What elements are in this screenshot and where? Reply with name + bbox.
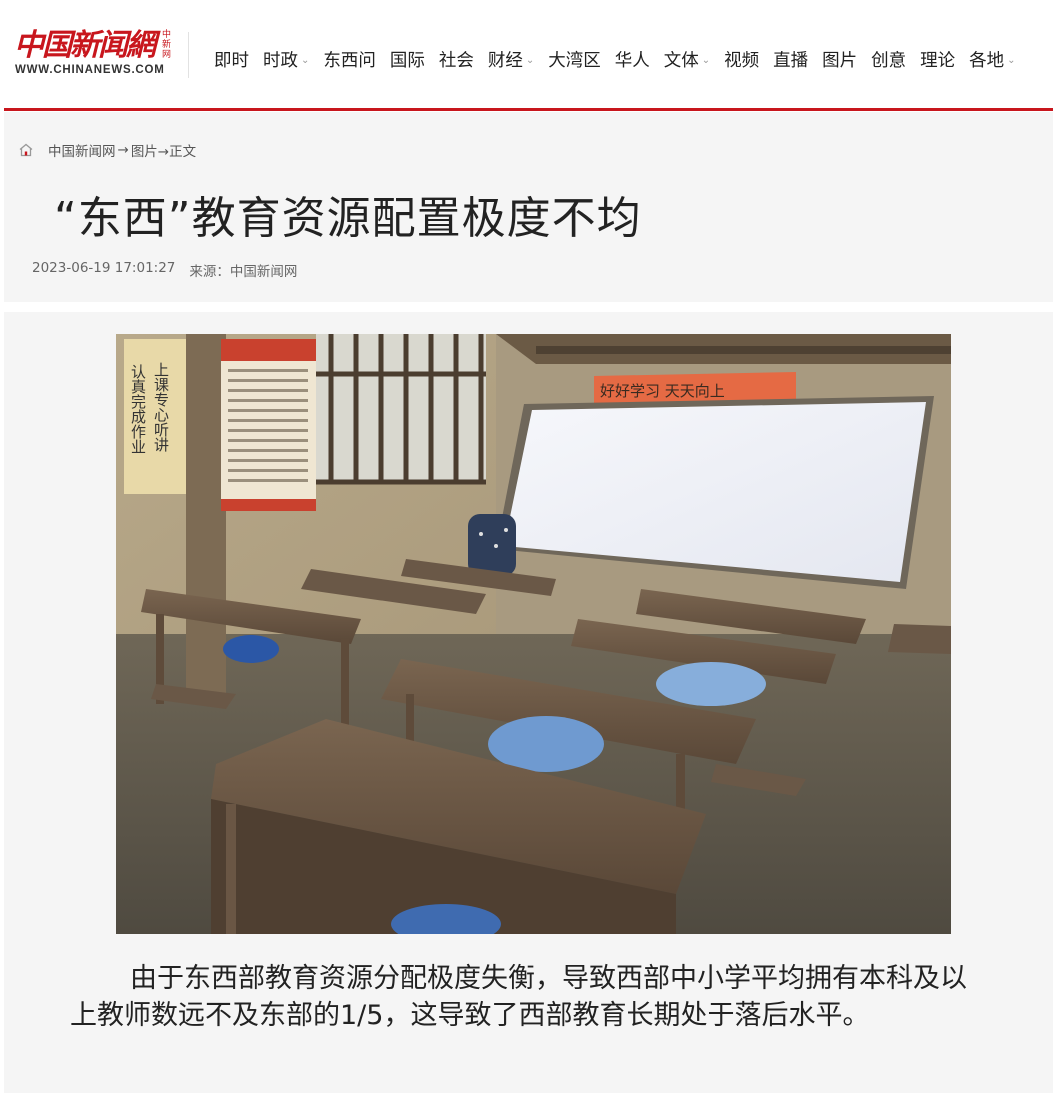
nav-item-11[interactable]: 图片 xyxy=(822,47,857,72)
nav-item-label: 社会 xyxy=(438,50,474,71)
photo-caption: 由于东西部教育资源分配极度失衡，导致西部中小学平均拥有本科及以上教师数远不及东部… xyxy=(70,963,967,1031)
chevron-down-icon: ⌄ xyxy=(525,54,535,66)
article-meta: 2023-06-19 17:01:27 来源：中国新闻网 xyxy=(32,260,297,280)
nav-item-12[interactable]: 创意 xyxy=(871,47,906,72)
nav-item-label: 国际 xyxy=(389,50,425,71)
page-title: “东西”教育资源配置极度不均 xyxy=(54,193,642,244)
nav-item-label: 即时 xyxy=(214,50,249,71)
nav-item-label: 视频 xyxy=(724,50,760,71)
nav-item-label: 创意 xyxy=(871,50,907,71)
chevron-down-icon: ⌄ xyxy=(1007,54,1016,66)
nav-item-13[interactable]: 理论 xyxy=(920,47,955,72)
nav-item-5[interactable]: 财经 ⌄ xyxy=(488,47,534,72)
publish-datetime: 2023-06-19 17:01:27 xyxy=(32,260,176,276)
nav-item-label: 直播 xyxy=(773,50,809,71)
nav-item-label: 各地 xyxy=(969,50,1005,71)
chevron-down-icon: ⌄ xyxy=(701,54,711,66)
nav-item-8[interactable]: 文体 ⌄ xyxy=(664,47,710,72)
nav-item-6[interactable]: 大湾区 xyxy=(548,47,601,72)
nav-item-label: 华人 xyxy=(614,50,650,71)
nav-item-0[interactable]: 即时 xyxy=(214,47,249,72)
header-red-rule xyxy=(4,108,1053,111)
nav-item-10[interactable]: 直播 xyxy=(773,47,808,72)
nav-item-label: 文体 xyxy=(663,50,699,71)
nav-item-4[interactable]: 社会 xyxy=(439,47,474,72)
svg-text:上课专心听讲: 上课专心听讲 xyxy=(152,362,170,452)
nav-item-14[interactable]: 各地 ⌄ xyxy=(969,47,1015,72)
logo-text-en: WWW.CHINANEWS.COM xyxy=(15,64,165,76)
breadcrumb-separator: → xyxy=(117,142,129,158)
logo-side-text: 中新网 xyxy=(162,30,172,60)
article-source: 来源：中国新闻网 xyxy=(189,264,298,280)
main-nav: 即时 时政 ⌄ 东西问 国际 社会 财经 ⌄ 大湾区 华人 文体 ⌄ 视频 直播 图片 创意 理论 各地 ⌄ xyxy=(214,46,1030,72)
nav-item-9[interactable]: 视频 xyxy=(724,47,759,72)
nav-item-2[interactable]: 东西问 xyxy=(323,47,376,72)
logo-text-cn: 中国新闻網 xyxy=(14,28,156,63)
site-logo[interactable]: 中国新闻網 中新网 WWW.CHINANEWS.COM xyxy=(14,28,174,80)
svg-text:认真完成作业: 认真完成作业 xyxy=(129,364,147,454)
home-icon[interactable] xyxy=(18,142,34,158)
nav-item-1[interactable]: 时政 ⌄ xyxy=(263,47,309,72)
nav-item-label: 理论 xyxy=(920,50,956,71)
nav-item-label: 东西问 xyxy=(323,50,376,71)
article-photo: 认真完成作业 上课专心听讲 好好学习 天天向上 xyxy=(116,334,951,934)
nav-item-label: 财经 xyxy=(487,50,523,71)
svg-text:好好学习 天天向上: 好好学习 天天向上 xyxy=(600,382,725,400)
breadcrumb-home-link[interactable]: 中国新闻网 xyxy=(48,140,116,160)
nav-item-3[interactable]: 国际 xyxy=(390,47,425,72)
nav-item-label: 图片 xyxy=(822,50,858,71)
article-body: 认真完成作业 上课专心听讲 好好学习 天天向上 由于东西部教育资源分配极度失衡，… xyxy=(4,312,1053,1093)
breadcrumb-section-link[interactable]: 图片→正文 xyxy=(131,140,196,160)
chevron-down-icon: ⌄ xyxy=(301,54,310,66)
nav-item-label: 大湾区 xyxy=(548,50,601,71)
nav-item-label: 时政 xyxy=(263,50,298,71)
breadcrumb: 中国新闻网 → 图片→正文 xyxy=(18,140,196,160)
article-header: 中国新闻网 → 图片→正文 “东西”教育资源配置极度不均 2023-06-19 … xyxy=(4,112,1053,302)
site-header: 中国新闻網 中新网 WWW.CHINANEWS.COM 即时 时政 ⌄ 东西问 国际 社会… xyxy=(0,0,1053,108)
header-divider xyxy=(188,32,189,78)
nav-item-7[interactable]: 华人 xyxy=(615,47,650,72)
